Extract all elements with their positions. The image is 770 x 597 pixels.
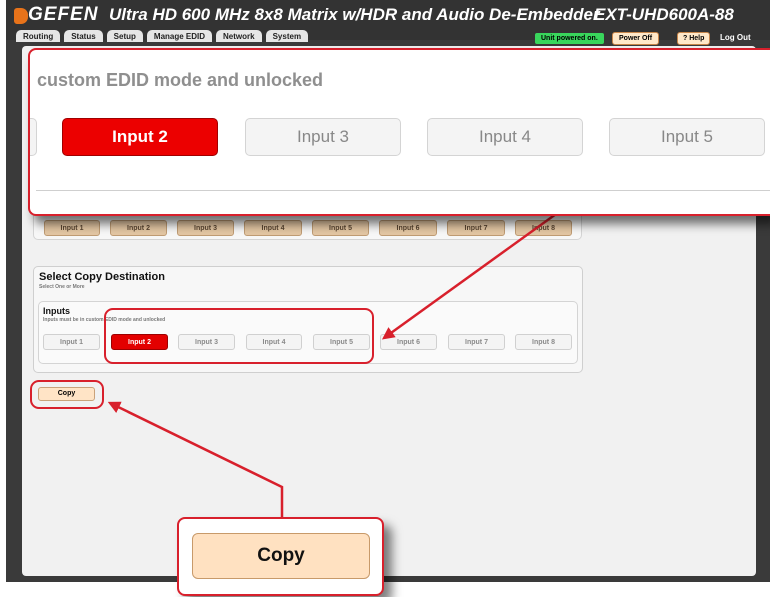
source-input-6-button[interactable]: Input 6 bbox=[379, 220, 437, 236]
source-input-7-button[interactable]: Input 7 bbox=[447, 220, 505, 236]
destination-input-7-button[interactable]: Input 7 bbox=[448, 334, 505, 350]
app-header: GEFEN Ultra HD 600 MHz 8x8 Matrix w/HDR … bbox=[6, 0, 770, 45]
logo-text: GEFEN bbox=[28, 4, 99, 25]
tab-setup[interactable]: Setup bbox=[106, 30, 143, 42]
zoom-input-4-button[interactable]: Input 4 bbox=[427, 118, 583, 156]
destination-input-1-button[interactable]: Input 1 bbox=[43, 334, 100, 350]
source-input-8-button[interactable]: Input 8 bbox=[515, 220, 572, 236]
zoom-input-3-button[interactable]: Input 3 bbox=[245, 118, 401, 156]
tab-system[interactable]: System bbox=[265, 30, 309, 42]
destination-input-6-button[interactable]: Input 6 bbox=[380, 334, 437, 350]
copy-highlight-callout bbox=[30, 380, 104, 409]
zoom-divider bbox=[36, 190, 770, 191]
tab-routing[interactable]: Routing bbox=[16, 30, 61, 42]
power-off-button[interactable]: Power Off bbox=[612, 32, 660, 45]
destination-highlight-callout bbox=[104, 308, 374, 364]
zoom-note-text: custom EDID mode and unlocked bbox=[37, 70, 324, 90]
power-status-badge: Unit powered on. bbox=[535, 33, 604, 44]
tab-status[interactable]: Status bbox=[64, 30, 103, 42]
logout-link[interactable]: Log Out bbox=[720, 33, 751, 42]
source-input-1-button[interactable]: Input 1 bbox=[44, 220, 100, 236]
help-button[interactable]: ? Help bbox=[677, 32, 711, 45]
app-title: Ultra HD 600 MHz 8x8 Matrix w/HDR and Au… bbox=[109, 5, 600, 24]
destination-title: Select Copy Destination bbox=[39, 271, 165, 283]
model-number: EXT-UHD600A-88 bbox=[594, 5, 734, 24]
source-input-3-button[interactable]: Input 3 bbox=[177, 220, 234, 236]
zoom-input-5-button[interactable]: Input 5 bbox=[609, 118, 765, 156]
zoom-inset-destination: custom EDID mode and unlocked Input 2 In… bbox=[28, 48, 770, 216]
main-tabs: Routing Status Setup Manage EDID Network… bbox=[16, 30, 312, 42]
zoom-input-2-button[interactable]: Input 2 bbox=[62, 118, 218, 156]
gefen-logo-icon bbox=[14, 8, 28, 24]
tab-manage-edid[interactable]: Manage EDID bbox=[146, 30, 213, 42]
zoom-inset-copy: Copy bbox=[177, 517, 384, 596]
destination-subtitle: Select One or More bbox=[39, 284, 85, 290]
destination-input-8-button[interactable]: Input 8 bbox=[515, 334, 572, 350]
source-input-5-button[interactable]: Input 5 bbox=[312, 220, 369, 236]
inputs-heading: Inputs bbox=[43, 306, 70, 316]
zoom-copy-button[interactable]: Copy bbox=[192, 533, 370, 579]
source-input-4-button[interactable]: Input 4 bbox=[244, 220, 302, 236]
source-input-2-button[interactable]: Input 2 bbox=[110, 220, 167, 236]
tab-network[interactable]: Network bbox=[216, 30, 262, 42]
zoom-partial-button bbox=[30, 118, 37, 156]
